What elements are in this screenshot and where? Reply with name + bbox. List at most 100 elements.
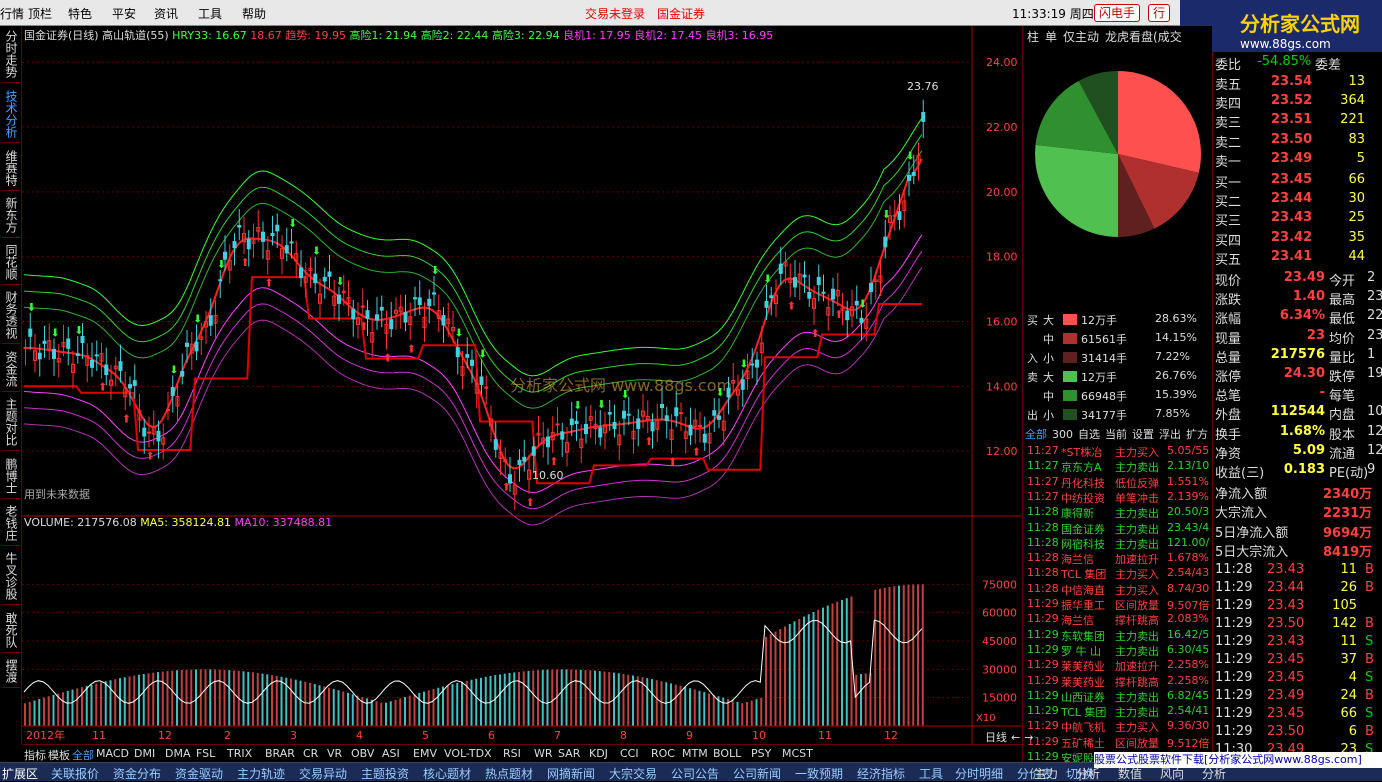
left-tab[interactable]: 同花顺 <box>2 244 20 285</box>
feed-filter-tab[interactable]: 设置 <box>1132 428 1154 441</box>
left-tab[interactable]: 财务透视 <box>2 291 20 344</box>
feed-row[interactable]: 11:29 山西证券 主力卖出 6.82/45 <box>1025 689 1213 704</box>
feed-row[interactable]: 11:27 丹化科技 低位反弹 1.551% <box>1025 475 1213 490</box>
panel-tab[interactable]: 单 <box>1045 30 1057 44</box>
menu-item[interactable]: 特色 <box>68 5 92 22</box>
nav-item[interactable]: 公司公告 <box>671 765 719 782</box>
period-button[interactable]: → <box>1024 731 1033 744</box>
feed-row[interactable]: 11:29 振华重工 区间放量 9.507倍 <box>1025 597 1213 612</box>
feed-row[interactable]: 11:29 东软集团 主力卖出 16.42/5 <box>1025 628 1213 643</box>
indicator-tab[interactable]: OBV <box>351 747 374 760</box>
menu-item[interactable]: 顶栏 <box>28 5 52 22</box>
feed-row[interactable]: 11:29 中航飞机 主力买入 9.36/30 <box>1025 719 1213 734</box>
indicator-tab[interactable]: BOLL <box>713 747 741 760</box>
left-tab[interactable]: 技术分析 <box>2 90 20 143</box>
menu-item[interactable]: 工具 <box>198 5 222 22</box>
left-tab[interactable]: 牛叉诊股 <box>2 552 20 605</box>
feed-row[interactable]: 11:28 网宿科技 主力卖出 121.00/ <box>1025 536 1213 551</box>
promo-banner[interactable]: 股票公式股票软件下载[分析家公式网www.88gs.com] <box>1094 752 1382 768</box>
left-tab[interactable]: 维赛特 <box>2 150 20 191</box>
indicator-tab[interactable]: CCI <box>620 747 639 760</box>
feed-row[interactable]: 11:27 *ST株冶 主力买入 5.05/55 <box>1025 444 1213 459</box>
indicator-tab[interactable]: RSI <box>503 747 521 760</box>
menu-item[interactable]: 平安 <box>112 5 136 22</box>
left-tab[interactable]: 敢死队 <box>2 612 20 653</box>
panel-tab[interactable]: 仅主动 <box>1063 30 1099 44</box>
nav-item[interactable]: 资金驱动 <box>175 765 223 782</box>
indicator-tab[interactable]: KDJ <box>589 747 608 760</box>
feed-filter-tab[interactable]: 全部 <box>1025 428 1047 441</box>
indicator-tab[interactable]: BRAR <box>265 747 295 760</box>
indicator-tab[interactable]: DMI <box>134 747 155 760</box>
nav-item[interactable]: 工具 <box>919 765 943 782</box>
feed-row[interactable]: 11:29 TCL 集团 主力卖出 2.54/41 <box>1025 704 1213 719</box>
menu-item[interactable]: 资讯 <box>154 5 178 22</box>
indicator-tab[interactable]: PSY <box>751 747 771 760</box>
feed-row[interactable]: 11:28 中信海直 主力买入 8.74/30 <box>1025 582 1213 597</box>
indicator-tab[interactable]: CR <box>303 747 318 760</box>
indicator-tab[interactable]: DMA <box>165 747 191 760</box>
indicator-tab[interactable]: ROC <box>651 747 675 760</box>
indicator-tab[interactable]: TRIX <box>227 747 252 760</box>
indicator-tab[interactable]: EMV <box>413 747 437 760</box>
nav-item[interactable]: 主题投资 <box>361 765 409 782</box>
feed-filter-tab[interactable]: 自选 <box>1078 428 1100 441</box>
indicator-tab[interactable]: MCST <box>782 747 813 760</box>
feed-row[interactable]: 11:27 中纺投资 单笔冲击 2.139% <box>1025 490 1213 505</box>
left-tab[interactable]: 老钱庄 <box>2 505 20 546</box>
left-tab[interactable]: 资金流 <box>2 351 20 392</box>
feed-row[interactable]: 11:29 莱美药业 加速拉升 2.258% <box>1025 658 1213 673</box>
nav-item[interactable]: 主力轨迹 <box>237 765 285 782</box>
menu-item[interactable]: 行情 <box>0 5 24 22</box>
nav-item[interactable]: 资金分布 <box>113 765 161 782</box>
nav-item[interactable]: 经济指标 <box>857 765 905 782</box>
indicator-tab[interactable]: WR <box>534 747 553 760</box>
feed-filter-tab[interactable]: 浮出 <box>1159 428 1181 441</box>
nav-item[interactable]: 公司新闻 <box>733 765 781 782</box>
feed-filter-tab[interactable]: 当前 <box>1105 428 1127 441</box>
nav-right-tab[interactable]: 主力 <box>1034 765 1058 782</box>
indicator-tab[interactable]: 模板 <box>48 747 70 763</box>
nav-item[interactable]: 核心题材 <box>423 765 471 782</box>
feed-row[interactable]: 11:28 国金证券 主力卖出 23.43/4 <box>1025 521 1213 536</box>
feed-filter-tab[interactable]: 扩方 <box>1186 428 1208 441</box>
feed-row[interactable]: 11:28 海兰信 加速拉升 1.678% <box>1025 551 1213 566</box>
nav-item[interactable]: 关联报价 <box>51 765 99 782</box>
indicator-tab[interactable]: FSL <box>196 747 215 760</box>
indicator-tab[interactable]: VR <box>327 747 342 760</box>
nav-item[interactable]: 网摘新闻 <box>547 765 595 782</box>
indicator-tab[interactable]: 指标 <box>24 747 46 763</box>
nav-item[interactable]: 交易异动 <box>299 765 347 782</box>
nav-item[interactable]: 扩展区 <box>2 765 38 782</box>
indicator-tab[interactable]: 全部 <box>72 747 94 763</box>
feed-row[interactable]: 11:29 罗 牛 山主力卖出 6.30/45 <box>1025 643 1213 658</box>
period-button[interactable]: 日线 <box>985 731 1007 744</box>
feed-row[interactable]: 11:29 莱美药业 撑杆跳高 2.258% <box>1025 674 1213 689</box>
indicator-tab[interactable]: VOL-TDX <box>444 747 492 760</box>
left-tab[interactable]: 鹏博士 <box>2 458 20 499</box>
flash-trade-button[interactable]: 闪电手 <box>1094 4 1141 22</box>
nav-item[interactable]: 分时明细 <box>955 765 1003 782</box>
panel-tab[interactable]: 柱 <box>1027 30 1039 44</box>
nav-item[interactable]: 一致预期 <box>795 765 843 782</box>
indicator-tab[interactable]: MTM <box>682 747 708 760</box>
feed-row[interactable]: 11:28 康得新 主力卖出 20.50/3 <box>1025 505 1213 520</box>
panel-tab[interactable]: 龙虎看盘(成交 <box>1105 30 1182 44</box>
feed-row[interactable]: 11:28 TCL 集团 主力买入 2.54/43 <box>1025 566 1213 581</box>
left-tab[interactable]: 主题对比 <box>2 398 20 451</box>
nav-item[interactable]: 大宗交易 <box>609 765 657 782</box>
nav-item[interactable]: 热点题材 <box>485 765 533 782</box>
left-tab[interactable]: 新东方 <box>2 197 20 238</box>
left-tab[interactable]: 分时走势 <box>2 30 20 83</box>
feed-row[interactable]: 11:29 海兰信 撑杆跳高 2.083% <box>1025 612 1213 627</box>
indicator-tab[interactable]: SAR <box>558 747 580 760</box>
indicator-tab[interactable]: MACD <box>96 747 129 760</box>
trade-button[interactable]: 行 <box>1148 4 1171 22</box>
menu-item[interactable]: 帮助 <box>242 5 266 22</box>
feed-filter-tab[interactable]: 300 <box>1052 428 1073 441</box>
left-tab[interactable]: 摆渡 <box>2 659 20 688</box>
period-button[interactable]: ← <box>1011 731 1020 744</box>
kline-chart[interactable]: ⬇⬇ ⬇⬆⬆⬆⬇⬇⬇ ⬆⬆⬇⬇⬇⬆⬆⬆⬇⬇⬇⬆⬆⬆⬇ ⬇⬇⬆⬆⬆⬇⬇⬇⬆⬆⬆⬇⬇⬇ 2… <box>22 26 1022 746</box>
feed-row[interactable]: 11:27 京东方A 主力卖出 2.13/10 <box>1025 459 1213 474</box>
feed-row[interactable]: 11:29 五矿稀土 区间放量 9.512倍 <box>1025 735 1213 750</box>
